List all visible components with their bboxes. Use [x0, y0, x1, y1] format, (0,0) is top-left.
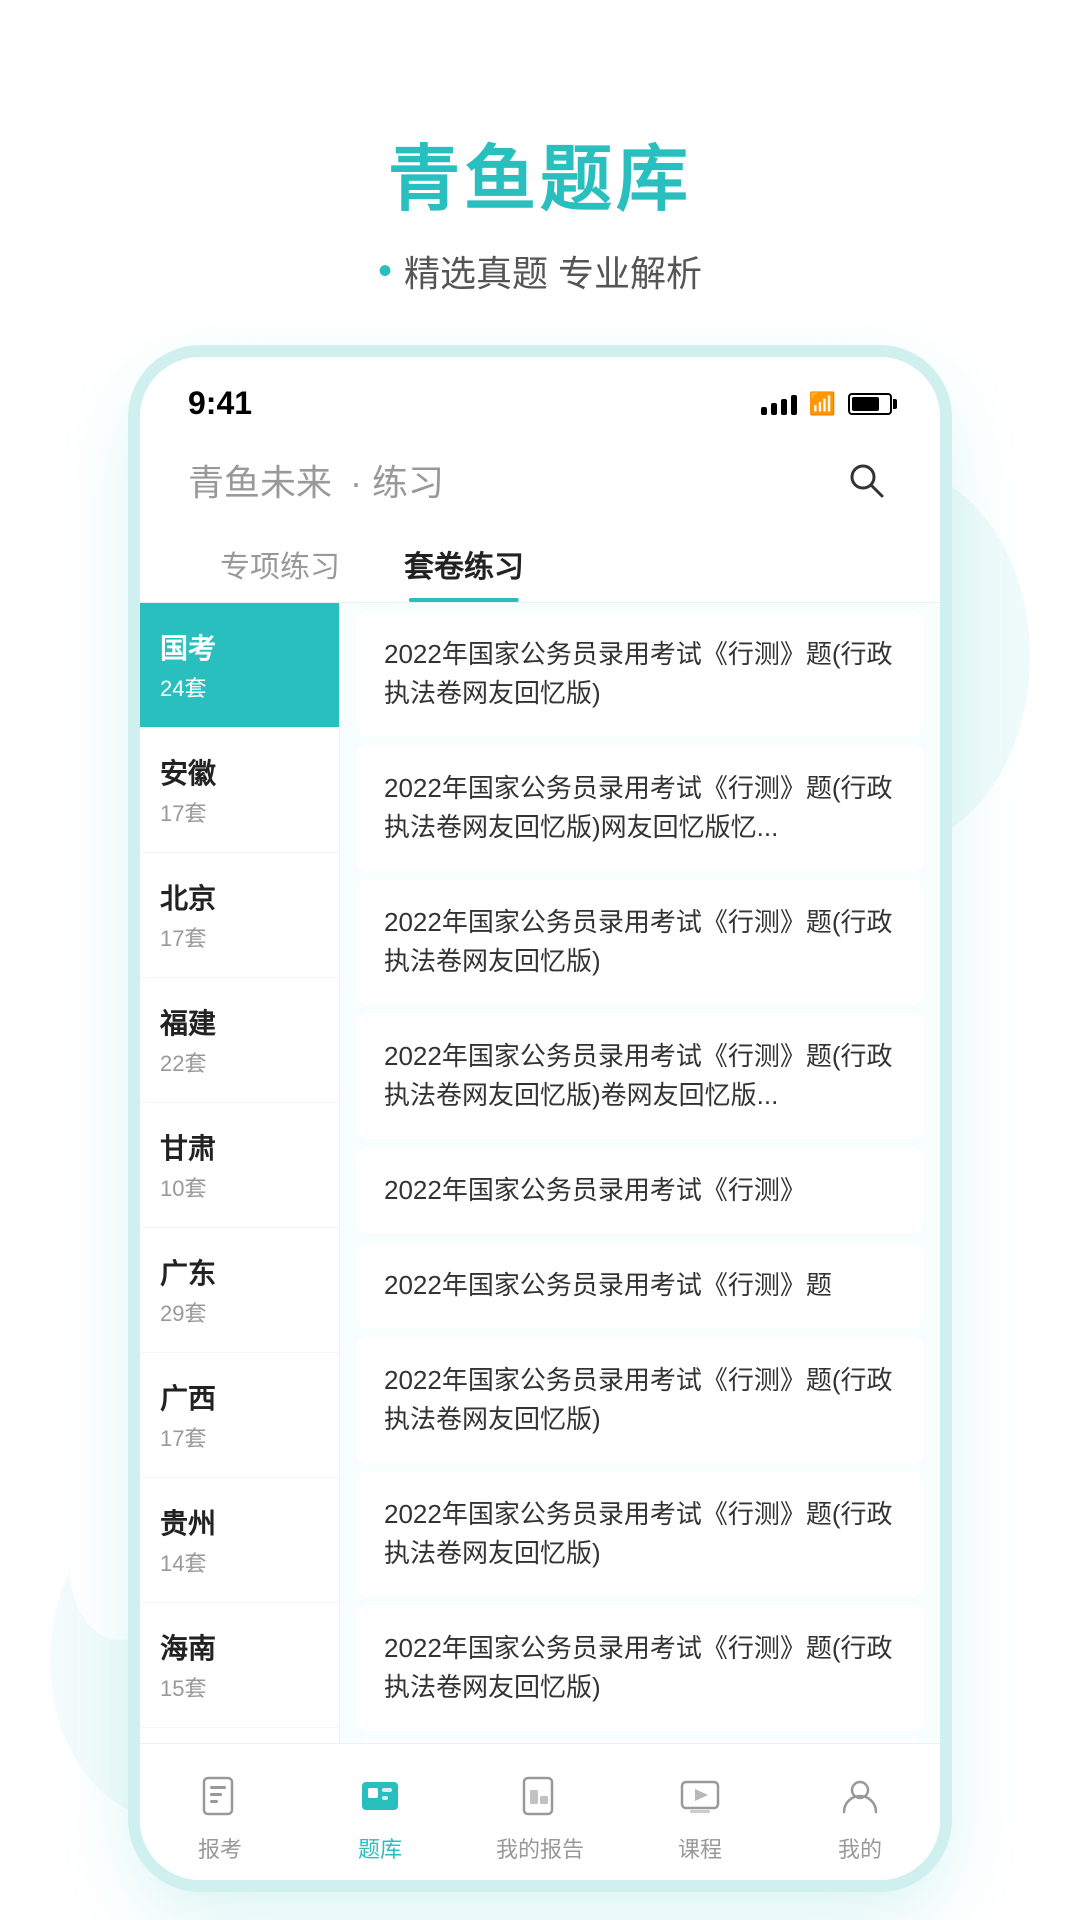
- list-item-7[interactable]: 2022年国家公务员录用考试《行测》题(行政执法卷网友回忆版): [356, 1471, 924, 1597]
- app-header: 青鱼题库 精选真题 专业解析: [0, 0, 1080, 357]
- list-item-1[interactable]: 2022年国家公务员录用考试《行测》题(行政执法卷网友回忆版)网友回忆版忆...: [356, 745, 924, 871]
- list-item-3[interactable]: 2022年国家公务员录用考试《行测》题(行政执法卷网友回忆版)卷网友回忆版...: [356, 1013, 924, 1139]
- status-bar: 9:41 📶: [140, 357, 940, 438]
- sidebar-item-1[interactable]: 安徽 17套: [140, 728, 339, 853]
- list-item-2[interactable]: 2022年国家公务员录用考试《行测》题(行政执法卷网友回忆版): [356, 879, 924, 1005]
- list-item-9[interactable]: 2022年国家公务员录用考试《行测》题(行政执法卷网友回忆版): [356, 1739, 924, 1743]
- sidebar-item-6[interactable]: 广西 17套: [140, 1353, 339, 1478]
- sidebar: 国考 24套 安徽 17套 北京 17套 福建 22套: [140, 603, 340, 1743]
- wifi-icon: 📶: [809, 391, 836, 417]
- sidebar-item-4[interactable]: 甘肃 10套: [140, 1103, 339, 1228]
- report-icon: [192, 1768, 248, 1824]
- mine-icon: [832, 1768, 888, 1824]
- list-item-0[interactable]: 2022年国家公务员录用考试《行测》题(行政执法卷网友回忆版): [356, 611, 924, 737]
- status-time: 9:41: [188, 385, 252, 422]
- app-title: 青鱼题库: [388, 120, 692, 225]
- phone-frame: 9:41 📶 青鱼未来: [140, 357, 940, 1880]
- qbank-icon: [352, 1768, 408, 1824]
- status-icons: 📶: [761, 391, 892, 417]
- myreport-icon: [512, 1768, 568, 1824]
- list-item-8[interactable]: 2022年国家公务员录用考试《行测》题(行政执法卷网友回忆版): [356, 1605, 924, 1731]
- tab-special[interactable]: 专项练习: [188, 526, 372, 602]
- course-icon: [672, 1768, 728, 1824]
- report-label: 报考: [198, 1832, 242, 1864]
- qbank-label: 题库: [358, 1832, 402, 1864]
- tab-sets[interactable]: 套卷练习: [372, 526, 556, 602]
- search-button[interactable]: [840, 454, 892, 506]
- nav-title: 青鱼未来 · 练习: [188, 454, 444, 506]
- tab-bar: 专项练习 套卷练习: [140, 526, 940, 603]
- list-item-4[interactable]: 2022年国家公务员录用考试《行测》: [356, 1147, 924, 1234]
- content-list: 2022年国家公务员录用考试《行测》题(行政执法卷网友回忆版) 2022年国家公…: [340, 603, 940, 1743]
- myreport-label: 我的报告: [496, 1832, 584, 1864]
- battery-icon: [848, 393, 892, 415]
- app-subtitle: 精选真题 专业解析: [378, 245, 702, 297]
- list-item-5[interactable]: 2022年国家公务员录用考试《行测》题: [356, 1242, 924, 1329]
- content-area: 国考 24套 安徽 17套 北京 17套 福建 22套: [140, 603, 940, 1743]
- course-label: 课程: [678, 1832, 722, 1864]
- sidebar-item-8[interactable]: 海南 15套: [140, 1603, 339, 1728]
- sidebar-item-7[interactable]: 贵州 14套: [140, 1478, 339, 1603]
- bottom-nav-report[interactable]: 报考: [140, 1760, 300, 1872]
- signal-icon: [761, 393, 797, 415]
- sidebar-item-3[interactable]: 福建 22套: [140, 978, 339, 1103]
- bottom-nav: 报考 题库: [140, 1743, 940, 1880]
- phone-mockup-wrapper: 9:41 📶 青鱼未来: [140, 357, 940, 1880]
- list-item-6[interactable]: 2022年国家公务员录用考试《行测》题(行政执法卷网友回忆版): [356, 1337, 924, 1463]
- bottom-nav-mine[interactable]: 我的: [780, 1760, 940, 1872]
- sidebar-item-5[interactable]: 广东 29套: [140, 1228, 339, 1353]
- sidebar-item-2[interactable]: 北京 17套: [140, 853, 339, 978]
- nav-bar: 青鱼未来 · 练习: [140, 438, 940, 526]
- sidebar-item-0[interactable]: 国考 24套: [140, 603, 339, 728]
- mine-label: 我的: [838, 1832, 882, 1864]
- bottom-nav-qbank[interactable]: 题库: [300, 1760, 460, 1872]
- sidebar-item-9[interactable]: 黑龙江 25套: [140, 1728, 339, 1743]
- bottom-nav-course[interactable]: 课程: [620, 1760, 780, 1872]
- bottom-nav-myreport[interactable]: 我的报告: [460, 1760, 620, 1872]
